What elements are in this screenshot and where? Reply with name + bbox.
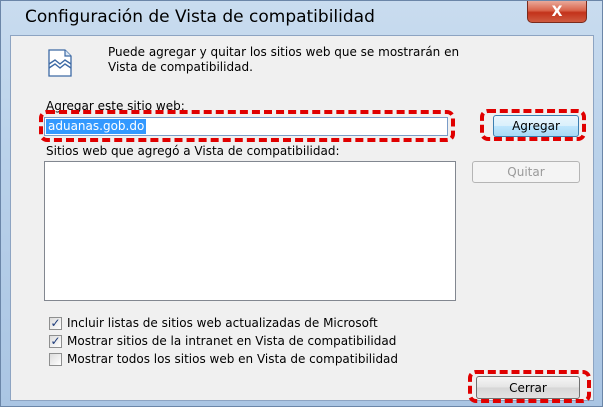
checkbox-all-sites-compatibility[interactable] bbox=[49, 352, 62, 366]
close-icon: X bbox=[551, 3, 563, 20]
remove-button-label: Quitar bbox=[507, 165, 545, 179]
option-intranet-compatibility[interactable]: ✓ Mostrar sitios de la intranet en Vista… bbox=[49, 333, 396, 349]
compatibility-view-icon bbox=[48, 49, 72, 77]
dialog-title: Configuración de Vista de compatibilidad bbox=[25, 7, 375, 27]
option-include-microsoft-lists[interactable]: ✓ Incluir listas de sitios web actualiza… bbox=[49, 315, 378, 331]
site-list-label: Sitios web que agregó a Vista de compati… bbox=[46, 144, 340, 158]
compatibility-view-dialog: Configuración de Vista de compatibilidad… bbox=[0, 0, 603, 407]
option-all-sites-compatibility[interactable]: Mostrar todos los sitios web en Vista de… bbox=[49, 351, 398, 367]
checkbox-include-microsoft-lists[interactable]: ✓ bbox=[49, 316, 62, 330]
close-window-button[interactable]: X bbox=[527, 1, 587, 23]
highlight-site-input bbox=[39, 110, 455, 142]
option-label: Mostrar sitios de la intranet en Vista d… bbox=[67, 334, 397, 348]
option-label: Mostrar todos los sitios web en Vista de… bbox=[67, 352, 399, 366]
highlight-close-button bbox=[468, 370, 591, 403]
site-list[interactable] bbox=[44, 161, 456, 301]
remove-button[interactable]: Quitar bbox=[472, 161, 580, 183]
info-line-1: Puede agregar y quitar los sitios web qu… bbox=[108, 45, 460, 59]
info-message: Puede agregar y quitar los sitios web qu… bbox=[108, 45, 578, 75]
highlight-add-button bbox=[480, 109, 586, 141]
title-bar[interactable]: Configuración de Vista de compatibilidad… bbox=[1, 1, 602, 35]
option-label: Incluir listas de sitios web actualizada… bbox=[67, 316, 378, 330]
checkbox-intranet-compatibility[interactable]: ✓ bbox=[49, 334, 62, 348]
info-line-2: Vista de compatibilidad. bbox=[108, 60, 253, 74]
